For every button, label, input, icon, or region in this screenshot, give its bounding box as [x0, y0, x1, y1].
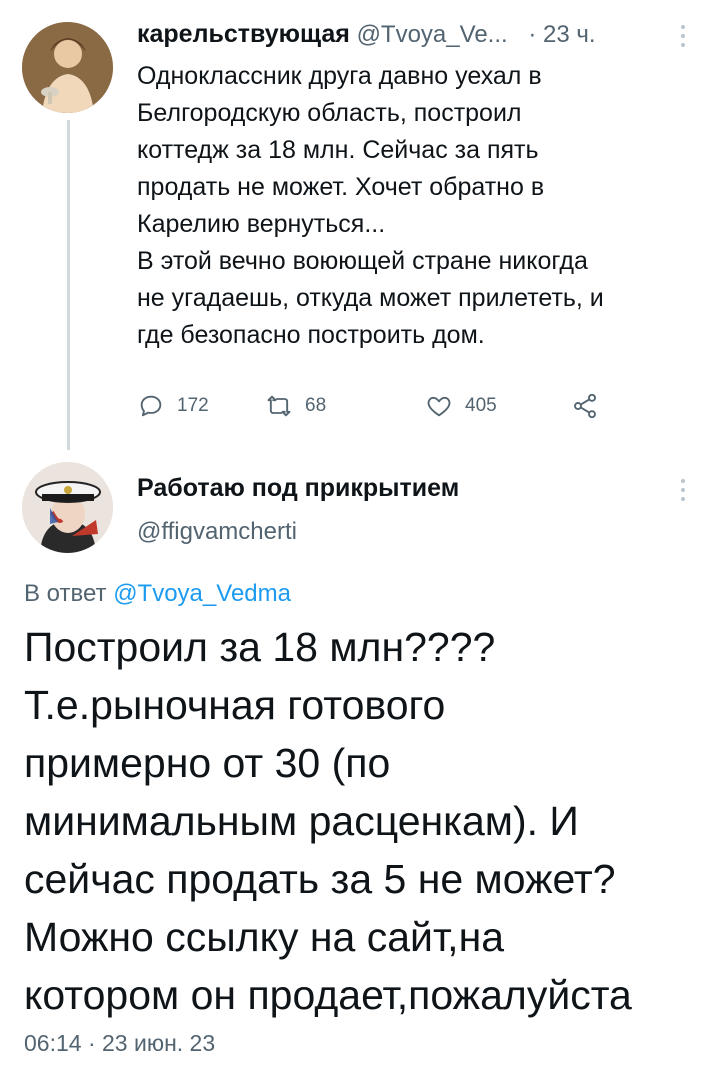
avatar-karelstvuyushchaya[interactable]: [22, 22, 113, 113]
tweet1-handle[interactable]: @Tvoya_Ve...: [357, 21, 508, 48]
avatar-rabotayu-pod-prikrytiem[interactable]: [22, 462, 113, 553]
reply-to-handle-link[interactable]: @Tvoya_Vedma: [113, 580, 291, 607]
tweet1-line: Одноклассник друга давно уехал в: [137, 62, 542, 90]
retweet-icon: [267, 395, 291, 417]
reply-count: 172: [177, 395, 209, 416]
tweet1-line: В этой вечно воюющей стране никогда: [137, 247, 588, 275]
share-button[interactable]: [571, 392, 611, 420]
tweet2-line: Можно ссылку на сайт,на: [24, 914, 505, 960]
tweet1-line: Белгородскую область, построил: [137, 99, 522, 127]
tweet1-display-name[interactable]: карельствующая: [137, 20, 350, 48]
tweet2-line: котором он продает,пожалуйста: [24, 972, 632, 1018]
tweet2-line: Построил за 18 млн????: [24, 624, 496, 670]
like-count: 405: [465, 395, 497, 416]
tweet2-line: примерно от 30 (по: [24, 740, 391, 786]
tweet1-header: карельствующая @Tvoya_Ve... · 23 ч.: [137, 20, 596, 49]
tweet2-line: минимальным расценкам). И: [24, 798, 579, 844]
tweet1-text: Одноклассник друга давно уехал в Белгоро…: [137, 58, 707, 354]
tweet1-separator: ·: [528, 21, 537, 48]
like-icon: [427, 396, 451, 417]
tweet1-line: не угадаешь, откуда может прилететь, и: [137, 284, 604, 312]
tweet2-line: Т.е.рыночная готового: [24, 682, 446, 728]
tweet1-more-icon[interactable]: [680, 24, 686, 48]
tweet1-line: продать не может. Хочет обратно в: [137, 173, 545, 201]
tweet2-more-icon[interactable]: [680, 478, 686, 502]
reply-context: В ответ @Tvoya_Vedma: [24, 580, 291, 608]
reply-prefix: В ответ: [24, 580, 107, 607]
tweet2-line: сейчас продать за 5 не может?: [24, 856, 616, 902]
retweet-count: 68: [305, 395, 327, 416]
tweet2-timestamp[interactable]: 06:14 · 23 июн. 23: [24, 1030, 215, 1057]
reply-button[interactable]: 172: [137, 392, 209, 420]
share-icon: [574, 393, 596, 419]
tweet1-line: где безопасно построить дом.: [137, 321, 485, 349]
tweet1-time[interactable]: 23 ч.: [543, 21, 596, 48]
tweet2-display-name[interactable]: Работаю под прикрытием: [137, 474, 459, 503]
tweet1-line: Карелию вернуться...: [137, 210, 386, 238]
thread-connector-line: [67, 120, 70, 450]
tweet2-text: Построил за 18 млн???? Т.е.рыночная гото…: [24, 618, 714, 1024]
tweet2-handle[interactable]: @ffigvamcherti: [137, 518, 297, 546]
avatar-painting-icon: [22, 22, 113, 113]
retweet-button[interactable]: 68: [265, 392, 326, 420]
like-button[interactable]: 405: [425, 392, 497, 420]
tweet1-line: коттедж за 18 млн. Сейчас за пять: [137, 136, 539, 164]
reply-icon: [140, 395, 162, 417]
avatar-officer-icon: [22, 462, 113, 553]
